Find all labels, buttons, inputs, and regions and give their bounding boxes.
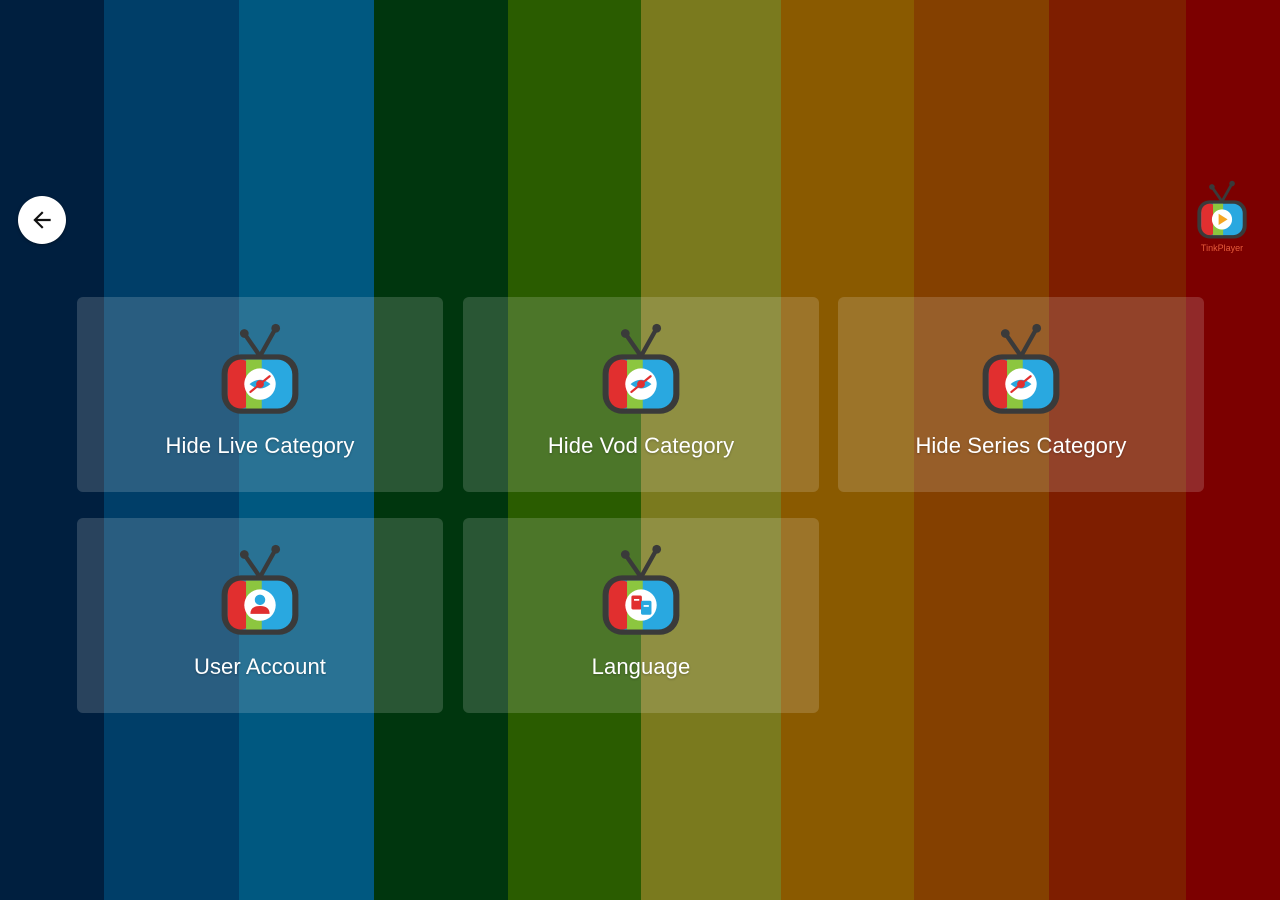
brand-name: TinkPlayer [1200, 243, 1244, 253]
brand-logo: TinkPlayer [1190, 180, 1254, 262]
tv-language-icon [602, 544, 680, 635]
hide-series-category-tile[interactable]: Hide Series Category [838, 297, 1204, 492]
tile-label: Hide Vod Category [547, 433, 735, 458]
tv-eye-icon [982, 323, 1060, 414]
language-tile[interactable]: Language [463, 518, 819, 713]
arrow-left-icon [33, 211, 51, 229]
tv-user-icon [221, 544, 299, 635]
tv-eye-icon [602, 323, 680, 414]
back-button[interactable] [18, 196, 66, 244]
tile-label: Hide Series Category [915, 433, 1127, 458]
tv-eye-icon [221, 323, 299, 414]
hide-vod-category-tile[interactable]: Hide Vod Category [463, 297, 819, 492]
tile-label: Hide Live Category [165, 433, 355, 458]
user-account-tile[interactable]: User Account [77, 518, 443, 713]
hide-live-category-tile[interactable]: Hide Live Category [77, 297, 443, 492]
settings-screen: TinkPlayer Hide Live Category Hide Vod C… [0, 0, 1280, 900]
tile-label: Language [591, 654, 691, 679]
tv-play-logo-icon [1197, 180, 1247, 239]
tile-label: User Account [193, 654, 327, 679]
